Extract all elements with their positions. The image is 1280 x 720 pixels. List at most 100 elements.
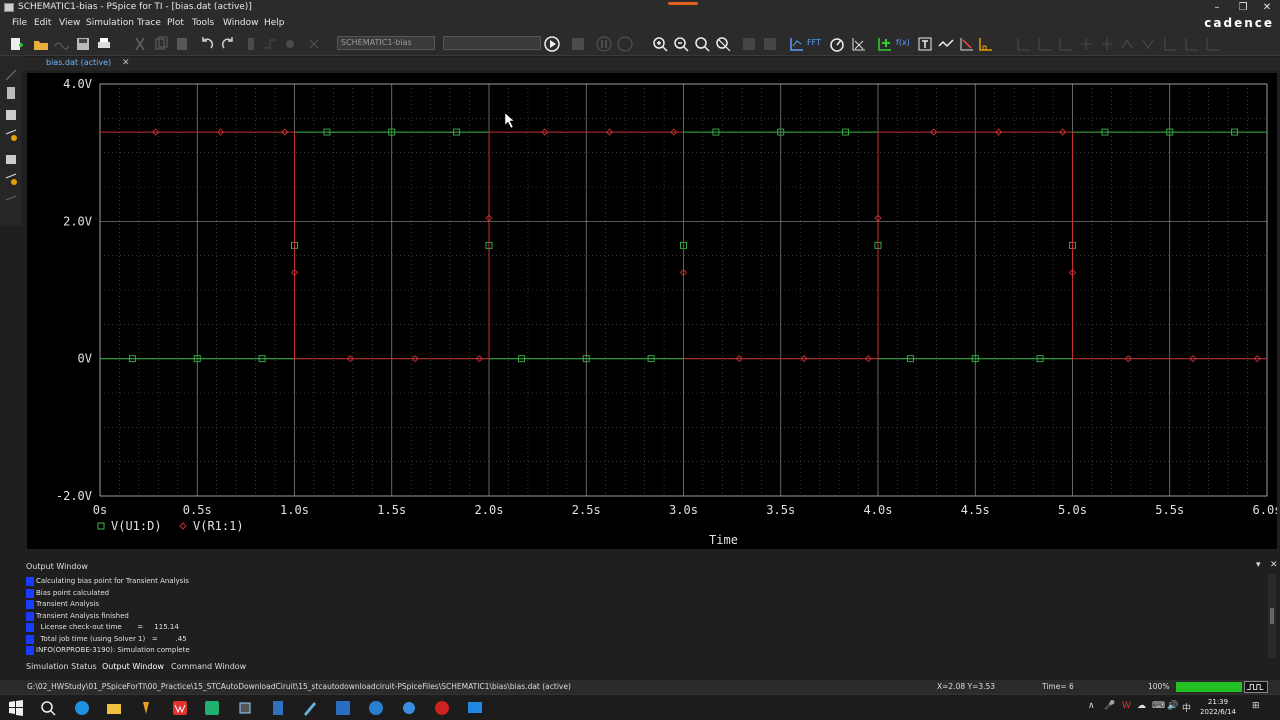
disabled-tool-icon[interactable] xyxy=(4,194,18,208)
wire-icon[interactable] xyxy=(262,36,278,52)
document-icon[interactable] xyxy=(4,86,18,100)
menu-tools[interactable]: Tools xyxy=(192,18,214,28)
menu-simulation[interactable]: Simulation xyxy=(86,18,134,28)
cursor-peak-icon[interactable] xyxy=(958,36,974,52)
run-icon[interactable] xyxy=(544,36,560,52)
paste-icon[interactable] xyxy=(174,36,190,52)
cursor-search-icon[interactable] xyxy=(1099,36,1115,52)
menu-plot[interactable]: Plot xyxy=(167,18,184,28)
redo-icon[interactable] xyxy=(220,36,236,52)
copy-icon[interactable] xyxy=(153,36,169,52)
close-button[interactable]: ✕ xyxy=(1254,1,1280,15)
chart-edit-icon[interactable] xyxy=(850,36,866,52)
edge-browser-icon[interactable] xyxy=(74,700,90,716)
tray-keyboard-icon[interactable]: ⌨ xyxy=(1152,701,1165,711)
restore-button[interactable]: ❐ xyxy=(1230,1,1256,15)
next-transition-icon[interactable] xyxy=(1120,36,1136,52)
output-collapse-icon[interactable]: ▾ xyxy=(1256,560,1261,570)
legend-label-v-u1-d[interactable]: V(U1:D) xyxy=(111,519,162,533)
calculator-icon[interactable] xyxy=(270,700,286,716)
mark-data-icon[interactable] xyxy=(1183,36,1199,52)
delete-icon[interactable] xyxy=(306,36,322,52)
probe-plot-window[interactable]: 0s 0.5s 1.0s 1.5s 2.0s 2.5s 3.0s 3.5s 4.0s 4.5s 5.… xyxy=(27,73,1277,549)
cursor-max-icon[interactable] xyxy=(1057,36,1073,52)
fft-button[interactable]: FFT xyxy=(807,38,829,54)
mark-point-icon[interactable] xyxy=(1204,36,1220,52)
tab-command-window[interactable]: Command Window xyxy=(171,662,246,671)
add-trace-icon[interactable] xyxy=(876,36,892,52)
marker-probe-icon[interactable] xyxy=(4,172,18,186)
log-x-icon[interactable] xyxy=(741,36,757,52)
zoom-in-icon[interactable] xyxy=(652,36,668,52)
tab-output-window[interactable]: Output Window xyxy=(102,662,164,671)
menu-file[interactable]: File xyxy=(12,18,27,28)
waveform-chart[interactable]: 0s 0.5s 1.0s 1.5s 2.0s 2.5s 3.0s 3.5s 4.0s 4.5s 5.… xyxy=(27,73,1277,549)
menu-view[interactable]: View xyxy=(59,18,80,28)
print-icon[interactable] xyxy=(96,36,112,52)
wps-icon[interactable] xyxy=(172,700,188,716)
minimize-button[interactable]: – xyxy=(1204,1,1230,15)
green-app-icon[interactable] xyxy=(204,700,220,716)
tab-simulation-status[interactable]: Simulation Status xyxy=(26,662,97,671)
stop-icon[interactable] xyxy=(617,36,633,52)
pen-app-icon[interactable] xyxy=(302,700,318,716)
search-icon[interactable] xyxy=(40,700,56,716)
undo-icon[interactable] xyxy=(199,36,215,52)
notification-icon[interactable]: ⊞ xyxy=(1252,701,1260,711)
text-label-icon[interactable] xyxy=(917,36,933,52)
marker-icon[interactable] xyxy=(282,36,298,52)
chip-app-icon[interactable] xyxy=(237,700,253,716)
pspice-app-icon[interactable] xyxy=(467,700,483,716)
menu-help[interactable]: Help xyxy=(264,18,285,28)
probe-icon[interactable] xyxy=(4,68,18,82)
file-explorer-icon[interactable] xyxy=(106,700,122,716)
zoom-out-icon[interactable] xyxy=(673,36,689,52)
part-search-combo[interactable] xyxy=(443,36,541,50)
notepad-icon[interactable] xyxy=(4,108,18,122)
cursor-trough-icon[interactable] xyxy=(978,36,994,52)
zoom-area-icon[interactable] xyxy=(694,36,710,52)
tray-expand-icon[interactable]: ∧ xyxy=(1088,701,1095,711)
mark-label-icon[interactable] xyxy=(1162,36,1178,52)
taskbar-clock[interactable]: 21:39 2022/6/14 xyxy=(1196,697,1240,717)
eval-measurement-button[interactable]: f(x) xyxy=(896,38,918,54)
window-stack-icon[interactable] xyxy=(4,152,18,166)
zoom-fit-icon[interactable] xyxy=(715,36,731,52)
sim-probe-icon[interactable] xyxy=(4,128,18,142)
blue-app-icon[interactable] xyxy=(335,700,351,716)
part-icon[interactable] xyxy=(243,36,259,52)
log-y-icon[interactable] xyxy=(762,36,778,52)
cursor-toggle-icon[interactable] xyxy=(938,36,954,52)
output-close-icon[interactable]: ✕ xyxy=(1270,560,1278,570)
app-icon-orange[interactable] xyxy=(138,700,154,716)
cut-icon[interactable] xyxy=(132,36,148,52)
cursor-point-icon[interactable] xyxy=(1078,36,1094,52)
wave-icon[interactable] xyxy=(54,36,70,52)
sim-settings-icon[interactable] xyxy=(570,36,586,52)
gear-app-icon[interactable] xyxy=(401,700,417,716)
tray-ime-icon[interactable]: 中 xyxy=(1182,701,1191,714)
swirl-app-icon[interactable] xyxy=(368,700,384,716)
windows-start-icon[interactable] xyxy=(8,700,24,716)
tray-mic-icon[interactable]: 🎤 xyxy=(1104,701,1115,711)
simulation-profile-select[interactable]: SCHEMATIC1-bias xyxy=(337,36,435,50)
pause-icon[interactable] xyxy=(596,36,612,52)
new-file-icon[interactable] xyxy=(8,36,24,52)
output-scrollbar[interactable] xyxy=(1268,574,1276,658)
menu-edit[interactable]: Edit xyxy=(34,18,51,28)
tray-volume-icon[interactable]: 🔊 xyxy=(1167,701,1178,711)
document-tab-close-icon[interactable]: ✕ xyxy=(122,58,130,68)
axis-settings-icon[interactable] xyxy=(788,36,804,52)
cursor-slope-icon[interactable] xyxy=(1015,36,1031,52)
menu-trace[interactable]: Trace xyxy=(137,18,161,28)
cursor-min-icon[interactable] xyxy=(1036,36,1052,52)
output-scrollbar-thumb[interactable] xyxy=(1270,608,1274,624)
red-app-icon[interactable] xyxy=(434,700,450,716)
open-folder-icon[interactable] xyxy=(33,36,49,52)
prev-transition-icon[interactable] xyxy=(1141,36,1157,52)
menu-window[interactable]: Window xyxy=(223,18,259,28)
save-icon[interactable] xyxy=(75,36,91,52)
legend-label-v-r1-1[interactable]: V(R1:1) xyxy=(193,519,244,533)
performance-analysis-icon[interactable] xyxy=(829,36,845,52)
tray-wps-icon[interactable]: W xyxy=(1122,701,1131,711)
